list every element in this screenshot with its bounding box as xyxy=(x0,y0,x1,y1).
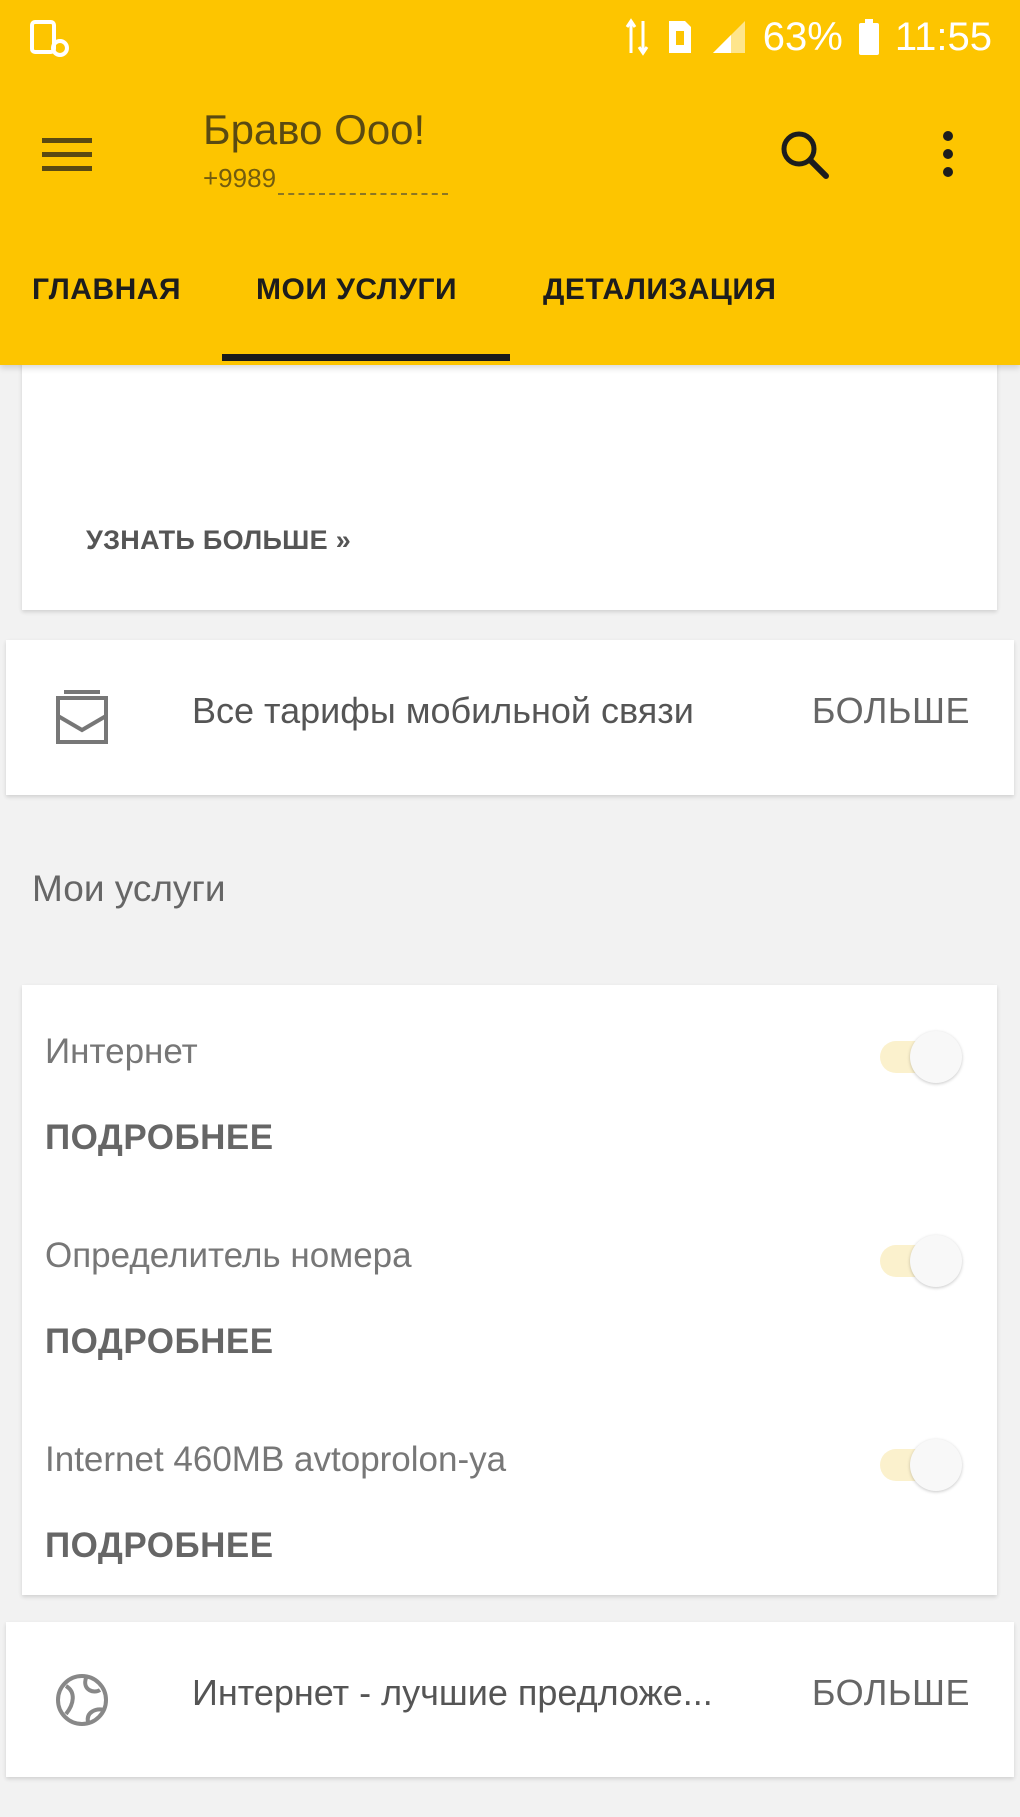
hamburger-icon xyxy=(40,134,94,179)
account-header: Браво Ooo! +9989 xyxy=(203,105,449,195)
service-name: Интернет xyxy=(45,1032,198,1071)
tab-my-services[interactable]: МОИ УСЛУГИ xyxy=(256,273,457,307)
service-toggle[interactable] xyxy=(874,1437,964,1491)
toggle-knob xyxy=(910,1031,962,1083)
tariffs-row[interactable]: Все тарифы мобильной связи БОЛЬШЕ xyxy=(6,640,1014,795)
service-item: Определитель номера ПОДРОБНЕЕ xyxy=(22,1189,997,1393)
phone-number: +9989 xyxy=(203,161,449,195)
service-toggle[interactable] xyxy=(874,1233,964,1287)
internet-more-button[interactable]: БОЛЬШЕ xyxy=(812,1672,970,1714)
services-card: Интернет ПОДРОБНЕЕ Определитель номера П… xyxy=(22,985,997,1595)
signal-icon xyxy=(709,17,749,57)
globe-icon xyxy=(50,1668,114,1732)
toggle-knob xyxy=(910,1439,962,1491)
search-icon xyxy=(778,128,830,185)
tab-details[interactable]: ДЕТАЛИЗАЦИЯ xyxy=(543,273,776,307)
sim-notification-icon xyxy=(28,18,72,58)
clock: 11:55 xyxy=(894,14,992,59)
learn-more-link[interactable]: УЗНАТЬ БОЛЬШЕ » xyxy=(86,525,351,556)
tariffs-more-button[interactable]: БОЛЬШЕ xyxy=(812,690,970,732)
search-button[interactable] xyxy=(770,122,838,190)
toolbar: Браво Ooo! +9989 xyxy=(0,85,1020,215)
menu-button[interactable] xyxy=(36,125,98,187)
account-name: Браво Ooo! xyxy=(203,106,426,153)
service-item: Интернет ПОДРОБНЕЕ xyxy=(22,985,997,1189)
internet-offers-row[interactable]: Интернет - лучшие предложе... БОЛЬШЕ xyxy=(6,1622,1014,1777)
overflow-menu-button[interactable] xyxy=(920,122,976,190)
app-bar: 63% 11:55 Браво Ooo! +9989 ГЛАВНАЯ МОИ У… xyxy=(0,0,1020,365)
service-details-button[interactable]: ПОДРОБНЕЕ xyxy=(45,1526,274,1566)
more-vert-icon xyxy=(941,129,955,184)
phone-mask xyxy=(278,181,449,195)
service-toggle[interactable] xyxy=(874,1029,964,1083)
tab-bar: ГЛАВНАЯ МОИ УСЛУГИ ДЕТАЛИЗАЦИЯ xyxy=(0,255,1020,365)
battery-percent: 63% xyxy=(762,14,843,59)
network-4g-icon xyxy=(625,17,651,57)
service-name: Internet 460MB avtoprolon-ya xyxy=(45,1440,507,1479)
sim-icon xyxy=(665,17,695,57)
tab-home[interactable]: ГЛАВНАЯ xyxy=(32,273,181,307)
toggle-knob xyxy=(910,1235,962,1287)
sim-card-icon xyxy=(50,686,114,750)
status-bar: 63% 11:55 xyxy=(0,0,1020,75)
internet-offers-label: Интернет - лучшие предложе... xyxy=(192,1672,713,1713)
active-tab-indicator xyxy=(222,354,510,361)
battery-icon xyxy=(857,17,881,57)
phone-prefix: +9989 xyxy=(203,163,277,193)
promo-card: УЗНАТЬ БОЛЬШЕ » xyxy=(22,340,997,610)
status-icons: 63% 11:55 xyxy=(625,12,992,62)
service-name: Определитель номера xyxy=(45,1236,412,1275)
tariffs-row-label: Все тарифы мобильной связи xyxy=(192,690,694,731)
service-item: Internet 460MB avtoprolon-ya ПОДРОБНЕЕ xyxy=(22,1393,997,1597)
services-section-title: Мои услуги xyxy=(32,868,226,909)
service-details-button[interactable]: ПОДРОБНЕЕ xyxy=(45,1322,274,1362)
service-details-button[interactable]: ПОДРОБНЕЕ xyxy=(45,1118,274,1158)
